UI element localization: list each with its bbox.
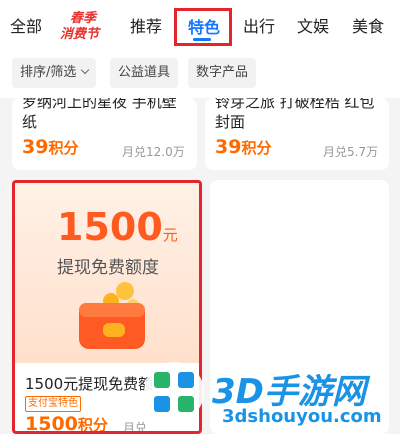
price-value: 1500 — [25, 413, 78, 434]
digital-products-chip[interactable]: 数字产品 — [188, 58, 257, 88]
tab-special-label: 特色 — [188, 18, 221, 37]
product-card[interactable]: 铃芽之旅 打破桎梏 红包 封面 39积分 月兑5.7万 — [205, 98, 389, 170]
alipay-special-badge: 支付宝特色 — [25, 396, 81, 412]
card-title: 1500元提现免费额 — [25, 375, 154, 393]
monthly-redeemed: 月兑12.0万 — [122, 145, 185, 159]
price-value: 39 — [22, 136, 49, 158]
monthly-redeemed: 月兑5.7万 — [323, 145, 379, 159]
card-title-line1: 罗纳河上的星夜 手机壁 — [22, 98, 177, 111]
card-title-line2: 封面 — [215, 113, 246, 131]
charity-props-chip[interactable]: 公益道具 — [110, 58, 179, 88]
price-unit: 积分 — [77, 416, 108, 434]
watermark-logo-icon — [144, 362, 204, 422]
filter-bar: 排序/筛选 公益道具 数字产品 — [0, 48, 400, 98]
hero-amount-unit: 元 — [162, 226, 178, 244]
tab-spring-festival[interactable]: 春季 消费节 — [58, 7, 108, 42]
category-tabs: 全部 春季 消费节 推荐 特色 出行 文娱 美食 — [0, 0, 400, 48]
wallet-icon — [79, 282, 145, 349]
product-card[interactable]: 罗纳河上的星夜 手机壁 纸 39积分 月兑12.0万 — [12, 98, 197, 170]
sort-filter-chip[interactable]: 排序/筛选 — [12, 58, 97, 88]
price-unit: 积分 — [48, 139, 79, 157]
hero-amount: 1500元 — [57, 205, 178, 249]
hero-subtitle: 提现免费额度 — [57, 258, 159, 278]
active-tab-indicator — [193, 38, 211, 41]
chevron-down-icon — [81, 65, 90, 75]
card-hero-image: 1500元 提现免费额度 — [15, 183, 199, 363]
card-title-line2: 纸 — [22, 113, 38, 131]
tab-recommend[interactable]: 推荐 — [130, 13, 162, 37]
hero-amount-value: 1500 — [57, 205, 163, 249]
festival-label-line2: 消费节 — [60, 27, 100, 42]
watermark-url: 3dshouyou.com — [222, 406, 382, 427]
price-unit: 积分 — [241, 139, 272, 157]
sort-filter-label: 排序/筛选 — [20, 65, 77, 80]
card-title-line1: 铃芽之旅 打破桎梏 红包 — [215, 98, 375, 111]
tab-entertainment[interactable]: 文娱 — [297, 13, 329, 37]
card-price: 39积分 — [22, 136, 78, 158]
charity-props-label: 公益道具 — [118, 65, 171, 80]
tab-food[interactable]: 美食 — [352, 13, 384, 37]
digital-products-label: 数字产品 — [196, 65, 249, 80]
tab-travel[interactable]: 出行 — [243, 13, 275, 37]
price-value: 39 — [215, 136, 242, 158]
card-price: 39积分 — [215, 136, 271, 158]
tab-special[interactable]: 特色 — [174, 8, 232, 46]
card-price: 1500积分 — [25, 413, 108, 434]
tab-all[interactable]: 全部 — [10, 13, 42, 37]
